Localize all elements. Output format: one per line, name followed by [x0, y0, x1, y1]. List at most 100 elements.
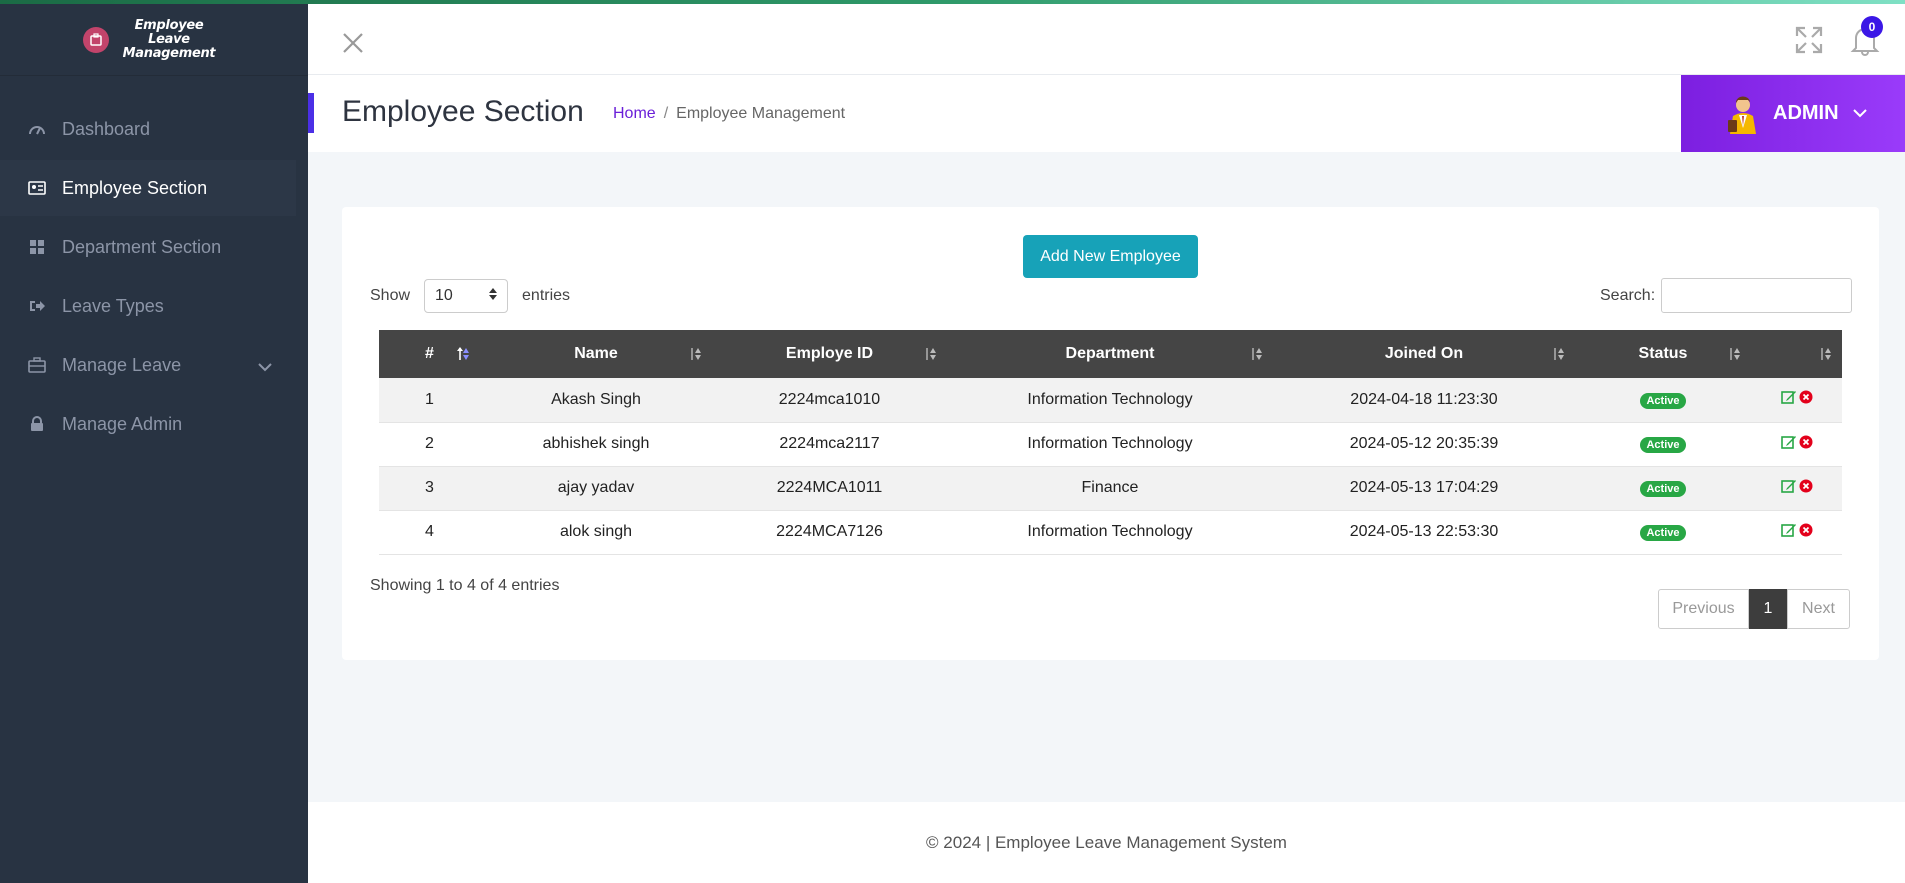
- pagination-previous-button[interactable]: Previous: [1658, 589, 1749, 629]
- table-row: 4 alok singh 2224MCA7126 Information Tec…: [379, 510, 1842, 554]
- column-header-employee-id[interactable]: Employe ID: [712, 330, 947, 378]
- avatar: [1725, 94, 1759, 134]
- edit-icon[interactable]: [1780, 522, 1797, 543]
- cell-joined-on: 2024-05-13 17:04:29: [1349, 479, 1499, 496]
- footer-text: © 2024 | Employee Leave Management Syste…: [926, 832, 1287, 852]
- breadcrumb-current: Employee Management: [676, 105, 846, 122]
- cell-name: ajay yadav: [557, 479, 635, 496]
- page-title: Employee Section: [342, 95, 584, 128]
- edit-icon[interactable]: [1780, 478, 1797, 499]
- add-new-employee-button[interactable]: Add New Employee: [1023, 235, 1198, 278]
- sidebar-item-department-section[interactable]: Department Section: [0, 219, 296, 275]
- cell-joined-on: 2024-05-13 22:53:30: [1349, 523, 1499, 540]
- logo-icon: [83, 26, 109, 53]
- pagination: Previous 1 Next: [1658, 589, 1850, 629]
- sidebar-item-label: Dashboard: [62, 118, 151, 139]
- sort-icon: [688, 346, 702, 362]
- column-label: Joined On: [1384, 345, 1464, 362]
- page-length-value: 10: [435, 287, 453, 304]
- sidebar-item-employee-section[interactable]: Employee Section: [0, 160, 296, 216]
- column-header-status[interactable]: Status: [1575, 330, 1751, 378]
- sidebar-item-label: Manage Leave: [62, 354, 182, 375]
- cell-number: 2: [425, 435, 434, 452]
- column-label: Employe ID: [785, 345, 874, 362]
- sidebar-item-manage-admin[interactable]: Manage Admin: [0, 396, 296, 452]
- column-header-number[interactable]: #: [379, 330, 480, 378]
- sidebar-item-label: Manage Admin: [62, 413, 183, 434]
- cell-actions: [1751, 466, 1842, 510]
- employee-table: # Name Employe ID Department Joined On S…: [379, 330, 1842, 555]
- briefcase-icon: [28, 356, 46, 374]
- sidebar-item-dashboard[interactable]: Dashboard: [0, 101, 296, 157]
- search-label: Search:: [1600, 286, 1656, 304]
- select-arrows-icon: [489, 287, 498, 305]
- column-label: Name: [574, 345, 618, 362]
- sidebar-item-manage-leave[interactable]: Manage Leave: [0, 337, 296, 393]
- notification-count-badge: 0: [1861, 16, 1883, 38]
- sort-icon: [1551, 346, 1565, 362]
- cell-number: 3: [425, 479, 434, 496]
- lock-icon: [28, 415, 46, 433]
- column-header-name[interactable]: Name: [480, 330, 712, 378]
- status-badge: Active: [1640, 392, 1686, 409]
- sort-icon: [1727, 346, 1741, 362]
- breadcrumb-home-link[interactable]: Home: [613, 105, 656, 123]
- cell-employee-id: 2224MCA1011: [776, 479, 883, 496]
- column-header-joined-on[interactable]: Joined On: [1273, 330, 1575, 378]
- status-badge: Active: [1640, 437, 1686, 453]
- user-menu-button[interactable]: ADMIN: [1681, 75, 1905, 152]
- sort-icon: [1249, 346, 1263, 362]
- cell-name: alok singh: [559, 523, 633, 540]
- top-accent-line: [0, 0, 1905, 4]
- logo-line-2: Management: [122, 45, 216, 61]
- logo-text: Employee Leave Management: [113, 17, 225, 61]
- fullscreen-icon[interactable]: [1794, 25, 1824, 55]
- chevron-down-icon: [258, 356, 272, 377]
- column-label: Department: [1065, 345, 1155, 362]
- sidebar: Employee Leave Management Dashboard Empl…: [0, 0, 308, 883]
- cell-employee-id: 2224mca1010: [778, 390, 881, 408]
- cell-status: Active: [1575, 378, 1751, 422]
- sort-ascending-icon: [456, 346, 470, 362]
- delete-icon[interactable]: [1799, 523, 1813, 542]
- breadcrumb: Home / Employee Management: [613, 105, 845, 123]
- cell-employee-id: 2224mca2117: [779, 435, 880, 452]
- column-header-department[interactable]: Department: [947, 330, 1273, 378]
- cell-department: Information Technology: [1027, 435, 1193, 452]
- gauge-icon: [28, 120, 46, 138]
- sidebar-item-label: Department Section: [62, 236, 222, 257]
- app-logo[interactable]: Employee Leave Management: [0, 0, 308, 76]
- employee-table-card: Add New Employee Show 10 entries Search:…: [342, 207, 1879, 660]
- user-name: ADMIN: [1773, 102, 1839, 124]
- logo-line-1: Employee Leave: [134, 17, 204, 47]
- cell-employee-id: 2224MCA7126: [776, 523, 883, 540]
- edit-icon[interactable]: [1780, 434, 1797, 455]
- cell-name: Akash Singh: [551, 390, 641, 408]
- delete-icon[interactable]: [1799, 435, 1813, 454]
- sidebar-item-label: Leave Types: [62, 295, 164, 316]
- close-icon[interactable]: [340, 30, 366, 56]
- cell-actions: [1751, 510, 1842, 554]
- show-label: Show: [370, 287, 411, 304]
- pagination-next-button[interactable]: Next: [1787, 589, 1850, 629]
- column-header-actions[interactable]: [1751, 330, 1842, 378]
- table-info: Showing 1 to 4 of 4 entries: [370, 577, 560, 594]
- footer: © 2024 | Employee Leave Management Syste…: [308, 802, 1905, 883]
- column-label: #: [425, 345, 434, 362]
- page-length-control: Show 10 entries: [370, 279, 570, 313]
- cell-actions: [1751, 422, 1842, 466]
- search-input[interactable]: [1661, 278, 1853, 313]
- pagination-page-button[interactable]: 1: [1749, 589, 1787, 629]
- cell-number: 4: [425, 523, 434, 540]
- id-card-icon: [28, 179, 46, 197]
- top-header: 0: [308, 4, 1905, 75]
- cell-status: Active: [1575, 510, 1751, 554]
- status-badge: Active: [1640, 525, 1686, 541]
- edit-icon[interactable]: [1780, 389, 1797, 410]
- delete-icon[interactable]: [1799, 390, 1813, 409]
- delete-icon[interactable]: [1799, 479, 1813, 498]
- cell-status: Active: [1575, 422, 1751, 466]
- sidebar-item-leave-types[interactable]: Leave Types: [0, 278, 296, 334]
- sidebar-item-label: Employee Section: [62, 177, 208, 198]
- page-length-select[interactable]: 10: [424, 279, 509, 313]
